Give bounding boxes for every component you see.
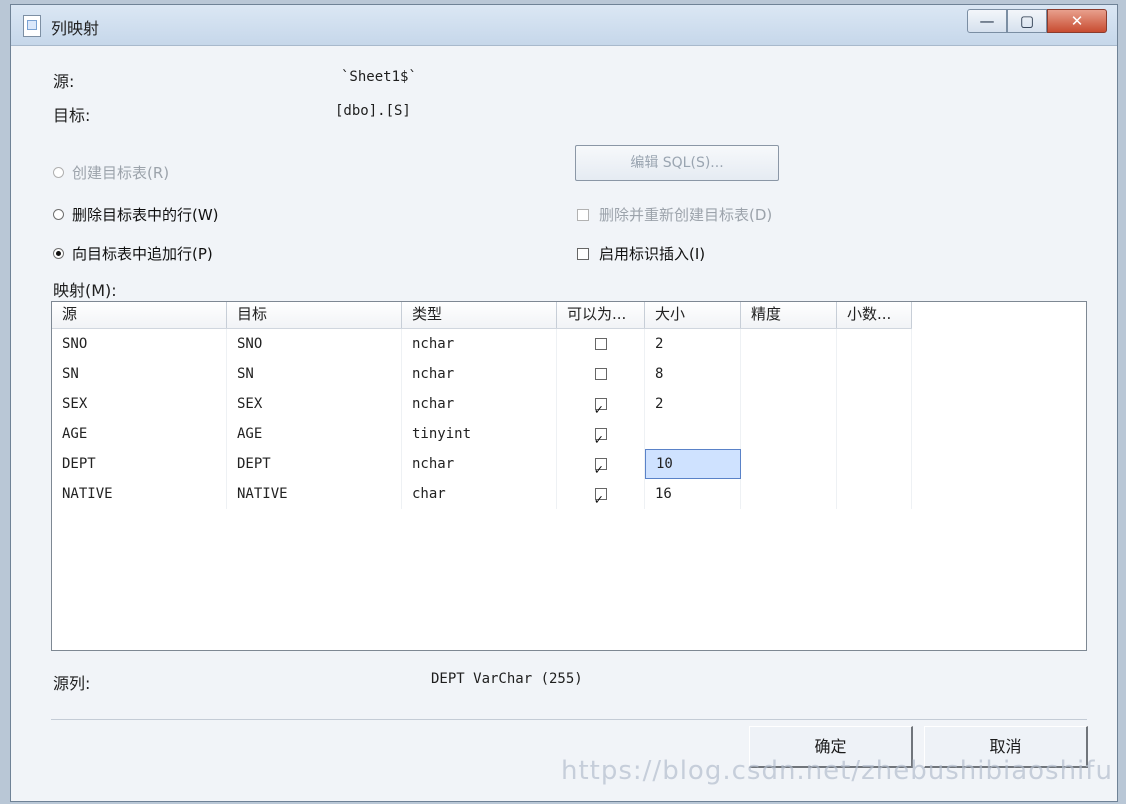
table-row[interactable]: NATIVE NATIVE char 16 [52,479,912,509]
checkbox-checked-icon[interactable] [594,425,607,449]
drop-recreate-label: 删除并重新创建目标表(D) [599,206,773,224]
mapping-label: 映射(M): [53,281,117,300]
cell-scale[interactable] [837,449,912,479]
checkbox-icon [577,208,589,221]
cell-target[interactable]: DEPT [227,449,402,479]
window-title: 列映射 [51,19,100,38]
identity-insert-checkbox[interactable]: 启用标识插入(I) [577,243,705,264]
mapping-grid[interactable]: 源 目标 类型 可以为... 大小 精度 小数... SNO SNO nchar… [51,301,1087,651]
delete-rows-label: 删除目标表中的行(W) [72,206,219,224]
checkbox-checked-icon[interactable] [594,455,607,479]
cell-source[interactable]: AGE [52,419,227,449]
cell-scale[interactable] [837,389,912,419]
cell-source[interactable]: NATIVE [52,479,227,509]
cell-source[interactable]: SEX [52,389,227,419]
dialog-content: 源: `Sheet1$` 目标: [dbo].[S] 创建目标表(R) 删除目标… [11,46,1117,801]
source-column-value: DEPT VarChar (255) [431,671,583,687]
close-icon: ✕ [1070,12,1084,30]
cell-target[interactable]: SN [227,359,402,389]
cell-type[interactable]: nchar [402,329,557,359]
table-row[interactable]: SN SN nchar 8 [52,359,912,389]
header-source[interactable]: 源 [52,302,227,328]
grid-header: 源 目标 类型 可以为... 大小 精度 小数... [52,302,912,329]
cell-size[interactable] [645,419,741,449]
cell-type[interactable]: nchar [402,389,557,419]
source-label: 源: [53,72,75,91]
cell-scale[interactable] [837,329,912,359]
cell-size[interactable]: 2 [645,329,741,359]
cell-scale[interactable] [837,419,912,449]
cell-size-selected[interactable]: 10 [645,449,741,479]
cell-precision[interactable] [741,419,837,449]
target-label: 目标: [53,106,91,125]
radio-icon [53,167,64,178]
column-mapping-dialog: 列映射 — ▢ ✕ 源: `Sheet1$` 目标: [dbo].[S] 创建目… [10,4,1118,802]
header-precision[interactable]: 精度 [741,302,837,328]
checkbox-icon[interactable] [594,338,607,350]
target-value: [dbo].[S] [335,103,411,119]
cell-type[interactable]: nchar [402,359,557,389]
checkbox-icon [577,247,589,260]
delete-rows-option[interactable]: 删除目标表中的行(W) [53,204,219,225]
header-scale[interactable]: 小数... [837,302,912,328]
cell-scale[interactable] [837,479,912,509]
cell-nullable[interactable] [557,389,645,419]
cell-target[interactable]: SNO [227,329,402,359]
cell-type[interactable]: nchar [402,449,557,479]
cell-source[interactable]: DEPT [52,449,227,479]
source-value: `Sheet1$` [341,69,417,85]
create-target-table-label: 创建目标表(R) [72,164,170,182]
table-row[interactable]: SEX SEX nchar 2 [52,389,912,419]
cell-type[interactable]: char [402,479,557,509]
checkbox-checked-icon[interactable] [594,395,607,419]
cell-target[interactable]: SEX [227,389,402,419]
drop-recreate-checkbox[interactable]: 删除并重新创建目标表(D) [577,204,772,225]
table-row[interactable]: DEPT DEPT nchar 10 [52,449,912,479]
watermark: https://blog.csdn.net/zhebushibiaoshifu [561,756,1113,786]
cell-nullable[interactable] [557,359,645,389]
cell-size[interactable]: 2 [645,389,741,419]
title-bar: 列映射 — ▢ ✕ [11,5,1117,46]
header-size[interactable]: 大小 [645,302,741,328]
checkbox-checked-icon[interactable] [594,485,607,509]
radio-icon [53,209,64,220]
cell-type[interactable]: tinyint [402,419,557,449]
cell-nullable[interactable] [557,329,645,359]
header-type[interactable]: 类型 [402,302,557,328]
maximize-button[interactable]: ▢ [1007,9,1047,33]
cell-precision[interactable] [741,329,837,359]
create-target-table-option[interactable]: 创建目标表(R) [53,162,169,183]
cell-size[interactable]: 8 [645,359,741,389]
table-row[interactable]: SNO SNO nchar 2 [52,329,912,359]
cell-precision[interactable] [741,359,837,389]
cell-nullable[interactable] [557,479,645,509]
cell-target[interactable]: AGE [227,419,402,449]
close-button[interactable]: ✕ [1047,9,1107,33]
cell-precision[interactable] [741,389,837,419]
cell-nullable[interactable] [557,419,645,449]
append-rows-label: 向目标表中追加行(P) [72,245,213,263]
footer-divider [51,719,1087,720]
minimize-icon: — [979,12,995,30]
cell-target[interactable]: NATIVE [227,479,402,509]
edit-sql-button[interactable]: 编辑 SQL(S)... [575,145,779,181]
cell-precision[interactable] [741,479,837,509]
cell-precision[interactable] [741,449,837,479]
maximize-icon: ▢ [1019,12,1035,30]
identity-insert-label: 启用标识插入(I) [599,245,706,263]
cell-source[interactable]: SN [52,359,227,389]
cell-scale[interactable] [837,359,912,389]
document-icon [23,15,41,37]
header-target[interactable]: 目标 [227,302,402,328]
source-column-label: 源列: [53,674,91,693]
append-rows-option[interactable]: 向目标表中追加行(P) [53,243,213,264]
cell-size[interactable]: 16 [645,479,741,509]
header-nullable[interactable]: 可以为... [557,302,645,328]
cell-source[interactable]: SNO [52,329,227,359]
minimize-button[interactable]: — [967,9,1007,33]
checkbox-icon[interactable] [594,368,607,380]
radio-selected-icon [53,248,64,259]
table-row[interactable]: AGE AGE tinyint [52,419,912,449]
cell-nullable[interactable] [557,449,645,479]
